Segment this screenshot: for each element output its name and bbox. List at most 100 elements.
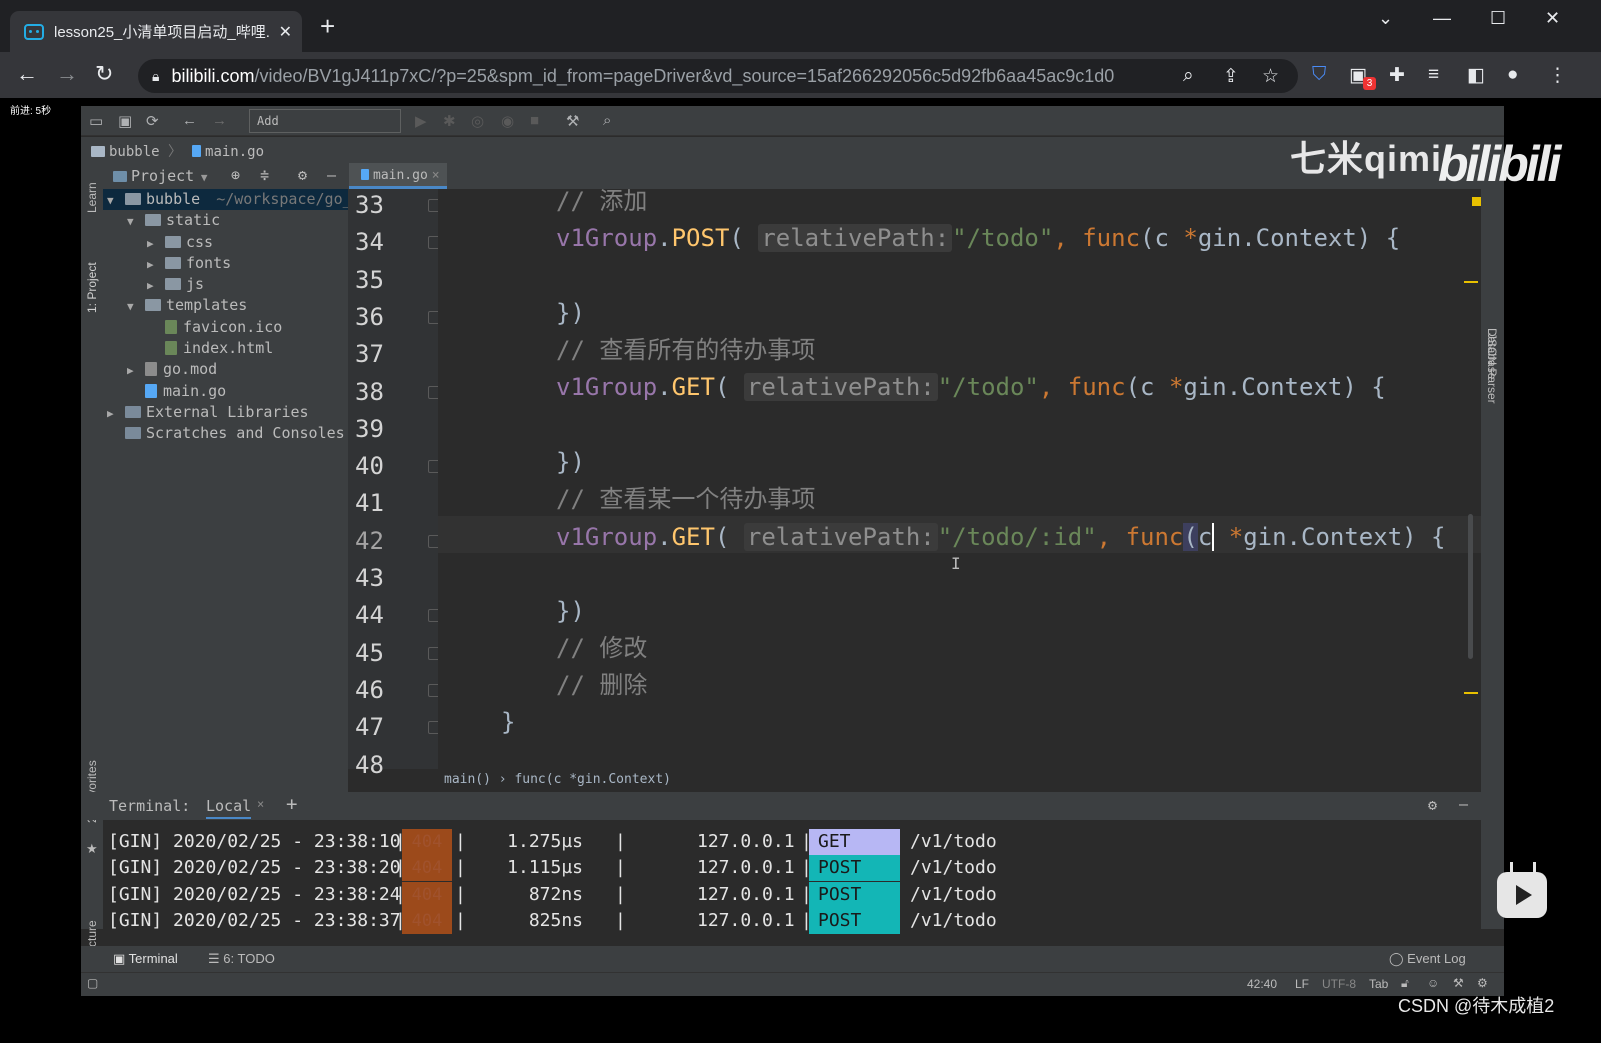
- warning-marker[interactable]: [1464, 281, 1478, 283]
- extensions-puzzle-icon[interactable]: ✚: [1389, 64, 1405, 87]
- code-editor[interactable]: // 添加 v1Group.POST( relativePath: "/todo"…: [438, 189, 1481, 769]
- warning-marker[interactable]: [1464, 692, 1478, 694]
- expanded-arrow-icon[interactable]: ▼: [127, 296, 145, 317]
- collapsed-arrow-icon[interactable]: ▶: [147, 254, 165, 275]
- line-number[interactable]: 46: [355, 678, 395, 702]
- line-separator[interactable]: LF: [1295, 977, 1309, 991]
- wrench-icon[interactable]: ⚒: [1453, 976, 1464, 990]
- bookmark-star-icon[interactable]: ☆: [1262, 65, 1279, 88]
- line-number[interactable]: 44: [355, 603, 395, 627]
- expanded-arrow-icon[interactable]: ▼: [127, 211, 145, 232]
- breadcrumb-file[interactable]: main.go: [205, 144, 264, 160]
- address-bar[interactable]: 🔒︎ bilibili.com/video/BV1gJ411p7xC/?p=25…: [138, 59, 1298, 93]
- locate-icon[interactable]: ⊕: [231, 166, 240, 184]
- back-button[interactable]: ←: [16, 62, 38, 86]
- new-tab-button[interactable]: +: [320, 13, 335, 39]
- line-number[interactable]: 48: [355, 753, 395, 777]
- hide-panel-icon[interactable]: —: [327, 166, 336, 184]
- forward-icon[interactable]: →: [212, 112, 227, 129]
- debug-icon[interactable]: ✱: [443, 112, 456, 130]
- indent-setting[interactable]: Tab: [1369, 977, 1388, 991]
- database-tool-tab[interactable]: Database: [1485, 328, 1499, 379]
- memory-icon[interactable]: ⚙: [1477, 976, 1488, 990]
- line-number[interactable]: 39: [355, 417, 395, 441]
- maximize-button[interactable]: ☐: [1490, 8, 1506, 29]
- terminal-output[interactable]: [GIN] 2020/02/25 - 23:38:10 | | | | 404 1.275µ…: [103, 820, 1481, 946]
- reading-list-icon[interactable]: ≡: [1428, 64, 1439, 86]
- project-tree-item[interactable]: ▶ js: [103, 274, 348, 295]
- inspector-icon[interactable]: ☺: [1427, 976, 1439, 990]
- coverage-icon[interactable]: ◎: [471, 112, 484, 130]
- project-tree-item[interactable]: ▶ fonts: [103, 253, 348, 274]
- menu-kebab-icon[interactable]: ⋮: [1548, 64, 1567, 87]
- breadcrumb-project[interactable]: bubble: [109, 144, 160, 160]
- project-tree-item[interactable]: ▶ css: [103, 232, 348, 253]
- line-number[interactable]: 37: [355, 342, 395, 366]
- forward-button[interactable]: →: [56, 62, 78, 86]
- file-encoding[interactable]: UTF-8: [1322, 977, 1356, 991]
- tab-search-icon[interactable]: ⌄: [1378, 8, 1393, 29]
- collapsed-arrow-icon[interactable]: ▶: [147, 233, 165, 254]
- line-number[interactable]: 35: [355, 268, 395, 292]
- project-tree-item[interactable]: ▼ static: [103, 210, 348, 231]
- project-view-select[interactable]: Project: [131, 167, 194, 185]
- share-icon[interactable]: ⇪: [1223, 65, 1239, 88]
- open-folder-icon[interactable]: ▭: [89, 112, 103, 130]
- collapse-all-icon[interactable]: ≑: [260, 166, 269, 184]
- collapsed-arrow-icon[interactable]: ▶: [107, 403, 125, 424]
- run-icon[interactable]: ▶: [415, 112, 427, 130]
- learn-tool-tab[interactable]: Learn: [85, 182, 99, 213]
- run-configuration-select[interactable]: Add Configuration...: [249, 109, 401, 150]
- project-tree-item[interactable]: ▶ go.mod: [103, 359, 348, 380]
- expanded-arrow-icon[interactable]: ▼: [107, 190, 125, 211]
- line-number[interactable]: 43: [355, 566, 395, 590]
- close-editor-tab-icon[interactable]: ×: [432, 168, 440, 183]
- line-number[interactable]: 36: [355, 305, 395, 329]
- terminal-tool-button[interactable]: ▣ Terminal: [113, 951, 178, 967]
- side-panel-icon[interactable]: ◧: [1467, 64, 1485, 87]
- terminal-tab-local[interactable]: Local: [206, 797, 252, 819]
- project-tool-tab[interactable]: 1: Project: [85, 262, 99, 313]
- sync-icon[interactable]: ⟳: [146, 112, 159, 130]
- editor-tab-main-go[interactable]: main.go ×: [349, 163, 447, 189]
- project-tree-item[interactable]: Scratches and Consoles: [103, 423, 348, 444]
- line-number[interactable]: 33: [355, 193, 395, 217]
- profile-icon[interactable]: ◉: [501, 112, 514, 130]
- extension-shield-icon[interactable]: ⛉: [1312, 64, 1326, 86]
- back-icon[interactable]: ←: [182, 112, 197, 129]
- terminal-settings-icon[interactable]: ⚙: [1428, 796, 1437, 814]
- project-tree-item[interactable]: index.html: [103, 338, 348, 359]
- new-terminal-button[interactable]: +: [286, 793, 297, 815]
- project-tree-item[interactable]: ▼ bubble ~/workspace/go_w: [103, 189, 361, 211]
- line-number[interactable]: 47: [355, 715, 395, 739]
- hide-terminal-icon[interactable]: —: [1459, 795, 1468, 813]
- code-breadcrumb[interactable]: main() › func(c *gin.Context): [438, 769, 1481, 791]
- close-terminal-tab-icon[interactable]: ×: [257, 797, 264, 811]
- line-number[interactable]: 40: [355, 454, 395, 478]
- close-tab-icon[interactable]: ✕: [279, 22, 292, 42]
- reload-button[interactable]: ↻: [95, 62, 113, 86]
- bilibili-mini-player-icon[interactable]: [1497, 872, 1547, 918]
- wrench-icon[interactable]: ⚒: [566, 112, 579, 130]
- line-number[interactable]: 34: [355, 230, 395, 254]
- stop-icon[interactable]: ■: [530, 112, 539, 129]
- line-number[interactable]: 42: [355, 529, 395, 553]
- lock-icon[interactable]: 🔓︎: [1401, 976, 1409, 991]
- line-number[interactable]: 41: [355, 491, 395, 515]
- event-log-button[interactable]: ◯ Event Log: [1389, 951, 1466, 967]
- profile-avatar-icon[interactable]: ●: [1507, 64, 1518, 86]
- todo-tool-button[interactable]: ☰ 6: TODO: [208, 951, 275, 967]
- project-tree-item[interactable]: favicon.ico: [103, 317, 348, 338]
- line-number[interactable]: 45: [355, 641, 395, 665]
- project-tree-item[interactable]: main.go: [103, 381, 348, 402]
- editor-scrollbar[interactable]: [1468, 514, 1473, 659]
- collapsed-arrow-icon[interactable]: ▶: [127, 360, 145, 381]
- zoom-icon[interactable]: ⌕: [1183, 65, 1194, 87]
- search-icon[interactable]: ⌕: [603, 112, 611, 129]
- browser-tab[interactable]: lesson25_小清单项目启动_哔哩... ✕: [10, 11, 302, 52]
- save-icon[interactable]: ▣: [118, 112, 132, 130]
- collapsed-arrow-icon[interactable]: ▶: [147, 275, 165, 296]
- project-tree-item[interactable]: ▼ templates: [103, 295, 348, 316]
- line-number[interactable]: 38: [355, 380, 395, 404]
- project-tree-item[interactable]: ▶ External Libraries: [103, 402, 348, 423]
